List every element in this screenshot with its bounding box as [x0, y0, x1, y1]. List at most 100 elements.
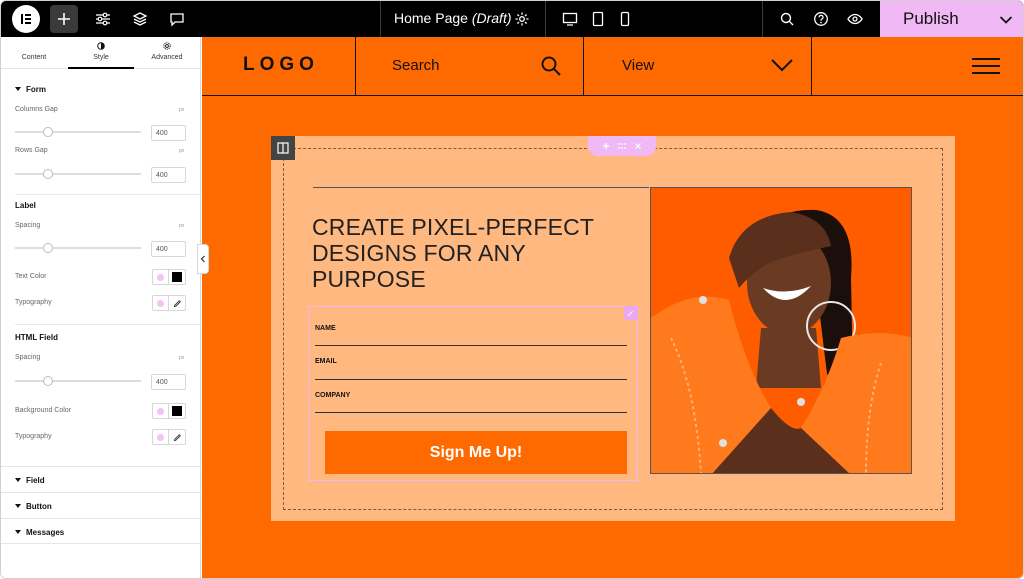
half-circle-icon — [97, 42, 105, 52]
site-view-label[interactable]: View — [622, 57, 654, 74]
unit-label[interactable]: px — [179, 223, 184, 229]
sliders-icon — [96, 12, 110, 26]
unit-label[interactable]: px — [179, 148, 184, 154]
help-icon — [814, 12, 828, 26]
signup-form[interactable]: NAME EMAIL COMPANY Sign Me Up! — [308, 306, 638, 481]
drag-handle-icon[interactable] — [617, 142, 627, 150]
document-title[interactable]: Home Page (Draft) — [394, 10, 512, 26]
section-form-header[interactable]: Form — [15, 85, 46, 94]
section-field[interactable]: Field — [1, 466, 201, 492]
site-settings-button[interactable] — [89, 5, 117, 33]
page-name: Home Page — [394, 10, 468, 26]
edit-widget-button[interactable] — [624, 306, 638, 320]
tablet-view-button[interactable] — [584, 5, 612, 33]
global-color-button[interactable] — [152, 403, 169, 419]
pencil-icon — [173, 299, 181, 307]
html-spacing-slider[interactable] — [15, 376, 141, 386]
draft-status: (Draft) — [471, 10, 512, 26]
label-spacing-input[interactable]: 400 — [151, 241, 186, 257]
global-typography-button[interactable] — [152, 429, 169, 445]
plus-icon[interactable] — [602, 142, 610, 150]
plus-icon — [58, 13, 70, 25]
label-spacing-slider[interactable] — [15, 243, 141, 253]
hero-headline[interactable]: CREATE PIXEL-PERFECT DESIGNS FOR ANY PUR… — [312, 214, 632, 292]
tab-content[interactable]: Content — [1, 37, 67, 69]
company-field[interactable] — [315, 412, 627, 413]
pencil-icon — [628, 311, 633, 316]
section-messages[interactable]: Messages — [1, 518, 201, 544]
company-field-label: COMPANY — [315, 392, 351, 399]
global-typography-button[interactable] — [152, 295, 169, 311]
laughing-woman-photo — [651, 188, 911, 473]
publish-label: Publish — [903, 9, 959, 28]
email-field-label: EMAIL — [315, 358, 337, 365]
site-logo[interactable]: LOGO — [243, 54, 319, 76]
mobile-view-button[interactable] — [611, 5, 639, 33]
page-settings-button[interactable] — [508, 5, 536, 33]
preview-button[interactable] — [841, 5, 869, 33]
slider-handle[interactable] — [43, 376, 53, 386]
slider-handle[interactable] — [43, 243, 53, 253]
page-canvas: LOGO Search View CREATE PIXEL-PERFECT DE… — [202, 37, 1023, 578]
hamburger-menu-icon[interactable] — [971, 57, 1001, 75]
background-color-label: Background Color — [15, 407, 72, 414]
structure-button[interactable] — [126, 5, 154, 33]
global-color-button[interactable] — [152, 269, 169, 285]
unit-label[interactable]: px — [179, 355, 184, 361]
sign-up-button[interactable]: Sign Me Up! — [325, 431, 627, 474]
section-toolbar[interactable] — [588, 136, 656, 156]
section-button[interactable]: Button — [1, 492, 201, 518]
section-title: Button — [15, 502, 52, 511]
top-bar: Home Page (Draft) Publish — [1, 1, 1023, 37]
search-icon[interactable] — [540, 55, 562, 77]
add-element-button[interactable] — [50, 5, 78, 33]
help-button[interactable] — [807, 5, 835, 33]
unit-label[interactable]: px — [179, 107, 184, 113]
globe-dot-icon — [157, 407, 164, 415]
email-field[interactable] — [315, 379, 627, 380]
divider — [811, 37, 812, 96]
editor-panel: Content Style Advanced Form Columns Gap … — [1, 37, 201, 578]
columns-gap-slider[interactable] — [15, 127, 141, 137]
site-search-label[interactable]: Search — [392, 57, 440, 74]
html-typography-label: Typography — [15, 433, 52, 440]
container-handle-button[interactable] — [271, 136, 295, 160]
html-spacing-input[interactable]: 400 — [151, 374, 186, 390]
collapse-panel-button[interactable] — [197, 244, 209, 274]
slider-handle[interactable] — [43, 169, 53, 179]
label-typography-label: Typography — [15, 299, 52, 306]
desktop-view-button[interactable] — [556, 5, 584, 33]
text-color-swatch[interactable] — [169, 269, 186, 285]
divider — [583, 37, 584, 96]
editor-window: Home Page (Draft) Publish Content Style … — [0, 0, 1024, 579]
tab-style[interactable]: Style — [68, 37, 134, 69]
tab-advanced[interactable]: Advanced — [134, 37, 200, 69]
background-color-swatch[interactable] — [169, 403, 186, 419]
publish-button[interactable]: Publish — [880, 1, 1023, 37]
rows-gap-slider[interactable] — [15, 169, 141, 179]
pencil-icon — [173, 433, 181, 441]
slider-handle[interactable] — [43, 127, 53, 137]
edit-typography-button[interactable] — [169, 295, 186, 311]
hero-photo[interactable] — [650, 187, 912, 474]
color-swatch — [172, 272, 182, 282]
divider — [15, 324, 201, 325]
chevron-down-icon[interactable] — [770, 58, 794, 72]
hero-section[interactable]: CREATE PIXEL-PERFECT DESIGNS FOR ANY PUR… — [271, 136, 955, 521]
comments-button[interactable] — [163, 5, 191, 33]
divider — [355, 37, 356, 96]
columns-gap-input[interactable]: 400 — [151, 125, 186, 141]
mobile-icon — [620, 11, 630, 27]
name-field[interactable] — [315, 345, 627, 346]
tablet-icon — [592, 11, 604, 27]
edit-typography-button[interactable] — [169, 429, 186, 445]
rows-gap-input[interactable]: 400 — [151, 167, 186, 183]
elementor-logo-icon[interactable] — [12, 5, 40, 33]
columns-gap-label: Columns Gap — [15, 106, 58, 113]
desktop-icon — [562, 12, 578, 26]
caret-down-icon — [15, 504, 21, 508]
chevron-down-icon[interactable] — [999, 12, 1013, 30]
divider-line — [313, 187, 649, 188]
close-icon[interactable] — [634, 142, 642, 150]
search-button[interactable] — [773, 5, 801, 33]
